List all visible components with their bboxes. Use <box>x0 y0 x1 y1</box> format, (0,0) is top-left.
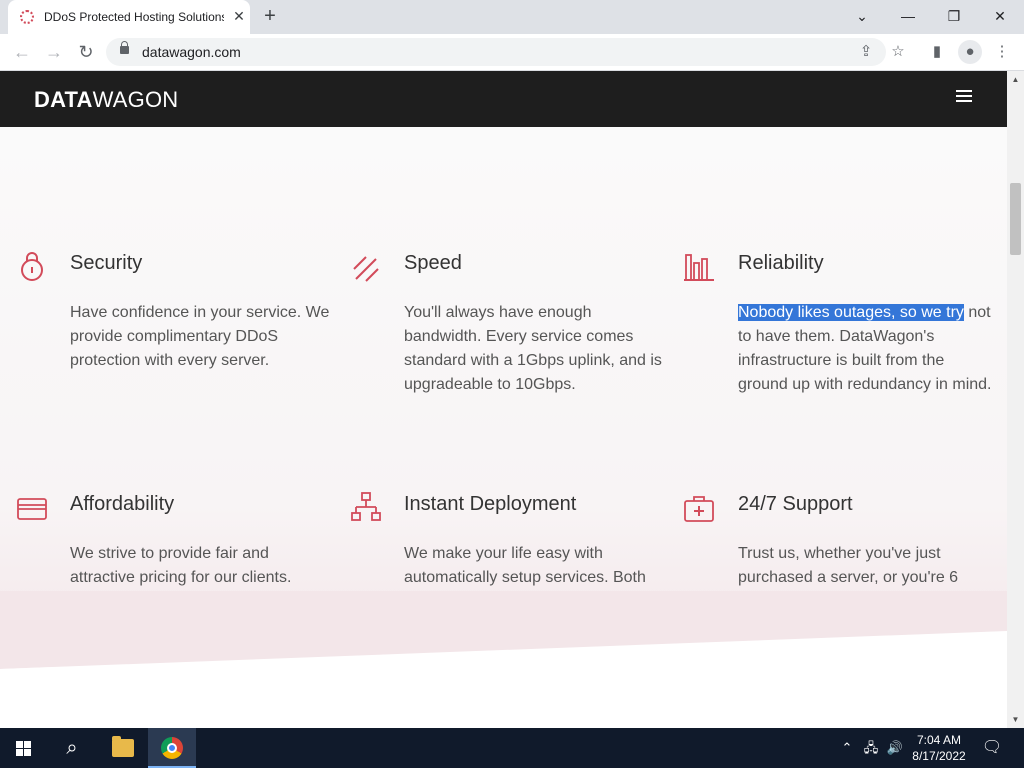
chrome-taskbar-button[interactable] <box>148 728 196 768</box>
feature-title-support: 24/7 Support <box>738 493 853 515</box>
feature-title-speed: Speed <box>404 252 462 274</box>
page-viewport: DATAWAGON Security Have confidence in yo… <box>0 71 1007 728</box>
site-favicon-icon <box>20 10 34 24</box>
feature-title-instant-deployment: Instant Deployment <box>404 493 577 515</box>
scrollbar-thumb[interactable] <box>1010 183 1021 255</box>
restore-button[interactable]: ❐ <box>938 4 970 28</box>
first-aid-kit-icon <box>684 496 714 522</box>
network-icon[interactable]: 🖧 <box>860 728 882 768</box>
profile-avatar[interactable]: ● <box>958 40 982 64</box>
tray-chevron-icon[interactable]: ⌃ <box>838 728 856 768</box>
feature-text-security: Have confidence in your service. We prov… <box>70 304 330 369</box>
url-text[interactable]: datawagon.com <box>142 44 241 60</box>
start-button[interactable] <box>0 728 48 768</box>
tab-close-icon[interactable]: ✕ <box>230 7 248 25</box>
credit-card-icon <box>17 498 47 520</box>
address-bar[interactable]: datawagon.com ⇪ ☆ <box>106 38 905 66</box>
highlighted-text-selection[interactable]: Nobody likes outages, so we try <box>738 304 964 321</box>
logo-bold-text: DATA <box>34 87 93 112</box>
tab-strip: DDoS Protected Hosting Solutions ✕ + ⌄ —… <box>0 0 1024 34</box>
feature-title-affordability: Affordability <box>70 493 175 515</box>
bookmark-star-icon[interactable]: ☆ <box>886 40 910 64</box>
datawagon-logo[interactable]: DATAWAGON <box>34 87 178 113</box>
back-button[interactable]: ← <box>10 40 34 64</box>
clock-date: 8/17/2022 <box>912 749 966 763</box>
file-explorer-button[interactable] <box>98 728 146 768</box>
feature-title-reliability: Reliability <box>738 252 824 274</box>
side-panel-icon[interactable]: ▮ <box>925 40 949 64</box>
bar-chart-icon <box>684 254 714 281</box>
notifications-icon[interactable]: 🗨 <box>978 728 1006 768</box>
close-window-button[interactable]: ✕ <box>984 4 1016 28</box>
volume-icon[interactable]: 🔊 <box>884 728 906 768</box>
lock-icon <box>21 252 43 281</box>
tab-search-button[interactable]: ⌄ <box>846 4 878 28</box>
lock-icon[interactable] <box>120 41 129 54</box>
tab-title: DDoS Protected Hosting Solutions <box>44 10 224 24</box>
chrome-icon <box>161 737 183 759</box>
site-header: DATAWAGON <box>0 71 1007 127</box>
windows-taskbar: ⌕ ⌃ 🖧 🔊 7:04 AM 8/17/2022 🗨 <box>0 728 1024 768</box>
folder-icon <box>112 736 134 757</box>
speed-lines-icon <box>353 256 379 282</box>
page-scrollbar[interactable]: ▲ ▼ <box>1007 71 1024 728</box>
minimize-button[interactable]: — <box>892 4 924 28</box>
network-icon <box>351 492 381 521</box>
reload-button[interactable]: ↻ <box>74 40 98 64</box>
new-tab-button[interactable]: + <box>258 4 282 28</box>
browser-toolbar: ← → ↻ datawagon.com ⇪ ☆ ▮ ● ⋮ <box>0 34 1024 71</box>
search-icon[interactable]: ⌕ <box>48 728 96 768</box>
scroll-down-arrow-icon[interactable]: ▼ <box>1007 711 1024 728</box>
feature-text-speed: You'll always have enough bandwidth. Eve… <box>404 304 662 393</box>
scroll-up-arrow-icon[interactable]: ▲ <box>1007 71 1024 88</box>
browser-menu-icon[interactable]: ⋮ <box>990 40 1014 64</box>
hamburger-menu-icon[interactable] <box>956 90 974 104</box>
windows-logo-icon <box>16 741 32 756</box>
feature-title-security: Security <box>70 252 143 274</box>
browser-tab[interactable]: DDoS Protected Hosting Solutions ✕ <box>8 0 250 34</box>
taskbar-clock[interactable]: 7:04 AM 8/17/2022 <box>906 732 972 764</box>
features-section: Security Have confidence in your service… <box>0 127 1007 667</box>
forward-button[interactable]: → <box>42 40 66 64</box>
share-icon[interactable]: ⇪ <box>854 40 878 64</box>
logo-light-text: WAGON <box>92 87 179 112</box>
section-divider-wave <box>0 591 1007 728</box>
clock-time: 7:04 AM <box>916 733 962 747</box>
feature-text-reliability: Nobody likes outages, so we try not to h… <box>738 301 998 397</box>
